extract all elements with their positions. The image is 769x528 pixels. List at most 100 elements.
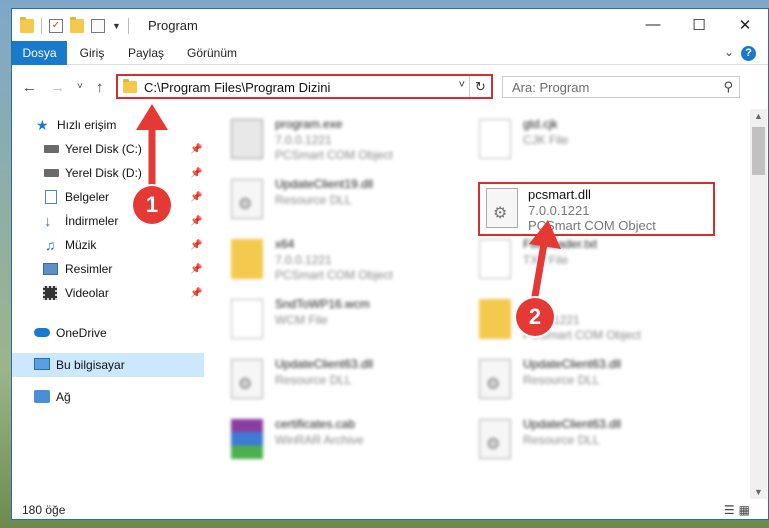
address-bar[interactable]: C:\Program Files\Program Dizini ˅ ↻ <box>116 74 493 99</box>
sidebar-item-disk-c[interactable]: Yerel Disk (C:) 📌 <box>12 137 204 161</box>
pin-icon[interactable]: 📌 <box>190 216 202 227</box>
gear-icon: ⚙ <box>486 376 501 393</box>
forward-button[interactable]: → <box>50 79 65 96</box>
sidebar-item-label: OneDrive <box>56 326 107 340</box>
sidebar-item-pictures[interactable]: Resimler 📌 <box>12 257 204 281</box>
list-item[interactable]: x64 7.0.0.1221 PCSmart COM Object <box>231 235 471 295</box>
file-detail: Resource DLL <box>275 193 352 207</box>
sidebar-item-documents[interactable]: Belgeler 📌 <box>12 185 204 209</box>
minimize-button[interactable]: — <box>630 9 676 40</box>
file-icon <box>479 119 511 159</box>
file-icon <box>479 239 511 279</box>
drive-icon <box>44 145 59 153</box>
customize-icon[interactable] <box>91 19 105 33</box>
file-detail: PCSmart COM Object <box>275 268 394 282</box>
explorer-window: ✓ ▼ Program — ☐ ✕ Dosya Giriş Paylaş Gör… <box>11 8 769 520</box>
list-item[interactable]: ⚙ UpdateClient63.dll Resource DLL <box>479 415 719 475</box>
tab-paylas[interactable]: Paylaş <box>120 41 172 65</box>
address-path[interactable]: C:\Program Files\Program Dizini <box>144 80 330 95</box>
chevron-down-icon[interactable]: ⌄ <box>724 45 734 59</box>
sidebar-item-label: Yerel Disk (D:) <box>65 166 142 180</box>
file-version: 7.0.0.1221 <box>528 203 590 218</box>
list-item[interactable]: SndToWP16.wcm WCM File <box>231 295 471 355</box>
tab-gorunum[interactable]: Görünüm <box>180 41 244 65</box>
scroll-thumb[interactable] <box>752 127 765 175</box>
download-icon: ↓ <box>44 212 52 230</box>
file-name: UpdateClient63.dll <box>523 357 622 371</box>
star-icon: ★ <box>36 116 49 133</box>
gear-icon: ⚙ <box>486 436 501 453</box>
pin-icon[interactable]: 📌 <box>190 192 202 203</box>
list-item[interactable]: ⚙ UpdateClient63.dll Resource DLL <box>479 355 719 415</box>
navigation-pane: ★ Hızlı erişim Yerel Disk (C:) 📌 Yerel D… <box>12 109 204 499</box>
sidebar-item-downloads[interactable]: ↓ İndirmeler 📌 <box>12 209 204 233</box>
network-icon <box>34 390 50 403</box>
search-placeholder[interactable]: Ara: Program <box>512 80 589 95</box>
file-name: UpdateClient63.dll <box>275 357 374 371</box>
view-toggle-icons[interactable]: ☰▦ <box>724 503 754 517</box>
file-name: UpdateClient19.dll <box>275 177 374 191</box>
up-button[interactable]: ↑ <box>96 79 104 96</box>
archive-icon <box>231 419 263 459</box>
selected-file-pcsmart-dll[interactable]: ⚙ pcsmart.dll 7.0.0.1221 PCSmart COM Obj… <box>478 182 715 236</box>
sidebar-item-label: Müzik <box>65 238 97 252</box>
file-name: program.exe <box>275 117 343 131</box>
file-detail: WinRAR Archive <box>275 433 364 447</box>
sidebar-item-onedrive[interactable]: OneDrive <box>12 321 204 345</box>
exe-file-icon <box>231 119 263 159</box>
pin-icon[interactable]: 📌 <box>190 288 202 299</box>
sidebar-item-this-pc[interactable]: Bu bilgisayar <box>12 353 204 377</box>
sidebar-item-network[interactable]: Ağ <box>12 385 204 409</box>
music-icon: ♫ <box>45 236 56 253</box>
status-bar: 180 öğe ☰▦ <box>12 499 768 519</box>
qat-dropdown-icon[interactable]: ▼ <box>112 21 121 31</box>
computer-icon <box>34 358 50 370</box>
refresh-button[interactable]: ↻ <box>469 76 491 97</box>
folder-icon <box>20 17 34 33</box>
file-name: SndToWP16.wcm <box>275 297 370 311</box>
list-item[interactable]: FileReader.txt TXT File <box>479 235 719 295</box>
file-name: x64 <box>275 237 295 251</box>
chevron-down-icon[interactable]: ˅ <box>459 79 465 91</box>
file-detail: PCSmart COM Object <box>275 148 394 162</box>
search-box[interactable]: Ara: Program ⚲ <box>502 76 740 98</box>
tab-dosya[interactable]: Dosya <box>12 41 67 65</box>
search-icon[interactable]: ⚲ <box>723 79 733 95</box>
recent-locations-button[interactable]: ˅ <box>77 81 83 92</box>
vertical-scrollbar[interactable]: ▲ ▼ <box>750 109 767 499</box>
sidebar-item-label: Bu bilgisayar <box>56 358 125 372</box>
sidebar-item-videos[interactable]: Videolar 📌 <box>12 281 204 305</box>
tab-giris[interactable]: Giriş <box>70 41 114 65</box>
maximize-button[interactable]: ☐ <box>676 9 722 40</box>
close-button[interactable]: ✕ <box>722 9 768 40</box>
dll-file-icon: ⚙ <box>479 419 511 459</box>
gear-icon: ⚙ <box>493 205 508 222</box>
scroll-down-icon[interactable]: ▼ <box>754 487 763 497</box>
list-item[interactable]: program.exe 7.0.0.1221 PCSmart COM Objec… <box>231 115 471 175</box>
pin-icon[interactable]: 📌 <box>190 264 202 275</box>
sidebar-item-music[interactable]: ♫ Müzik 📌 <box>12 233 204 257</box>
properties-check-icon[interactable]: ✓ <box>49 19 63 33</box>
new-folder-icon[interactable] <box>70 17 84 33</box>
list-item[interactable]: certificates.cab WinRAR Archive <box>231 415 471 475</box>
list-item[interactable]: ⚙ UpdateClient19.dll Resource DLL <box>231 175 471 235</box>
pin-icon[interactable]: 📌 <box>190 240 202 251</box>
sidebar-item-disk-d[interactable]: Yerel Disk (D:) 📌 <box>12 161 204 185</box>
sidebar-item-quick-access[interactable]: ★ Hızlı erişim <box>12 113 204 137</box>
file-name: gtd.cjk <box>523 117 558 131</box>
drive-icon <box>44 169 59 177</box>
dll-file-icon: ⚙ <box>231 359 263 399</box>
sidebar-item-label: Yerel Disk (C:) <box>65 142 142 156</box>
pin-icon[interactable]: 📌 <box>190 144 202 155</box>
help-icon[interactable]: ? <box>741 46 756 61</box>
file-detail: Resource DLL <box>523 433 600 447</box>
sidebar-item-label: Hızlı erişim <box>57 118 117 132</box>
scroll-up-icon[interactable]: ▲ <box>754 111 763 121</box>
pin-icon[interactable]: 📌 <box>190 168 202 179</box>
file-description: PCSmart COM Object <box>528 218 656 233</box>
file-detail: TXT File <box>523 253 569 267</box>
list-item[interactable]: 7.0.0.1221 PCSmart COM Object <box>479 295 719 355</box>
back-button[interactable]: ← <box>22 79 37 96</box>
list-item[interactable]: gtd.cjk CJK File <box>479 115 719 175</box>
list-item[interactable]: ⚙ UpdateClient63.dll Resource DLL <box>231 355 471 415</box>
